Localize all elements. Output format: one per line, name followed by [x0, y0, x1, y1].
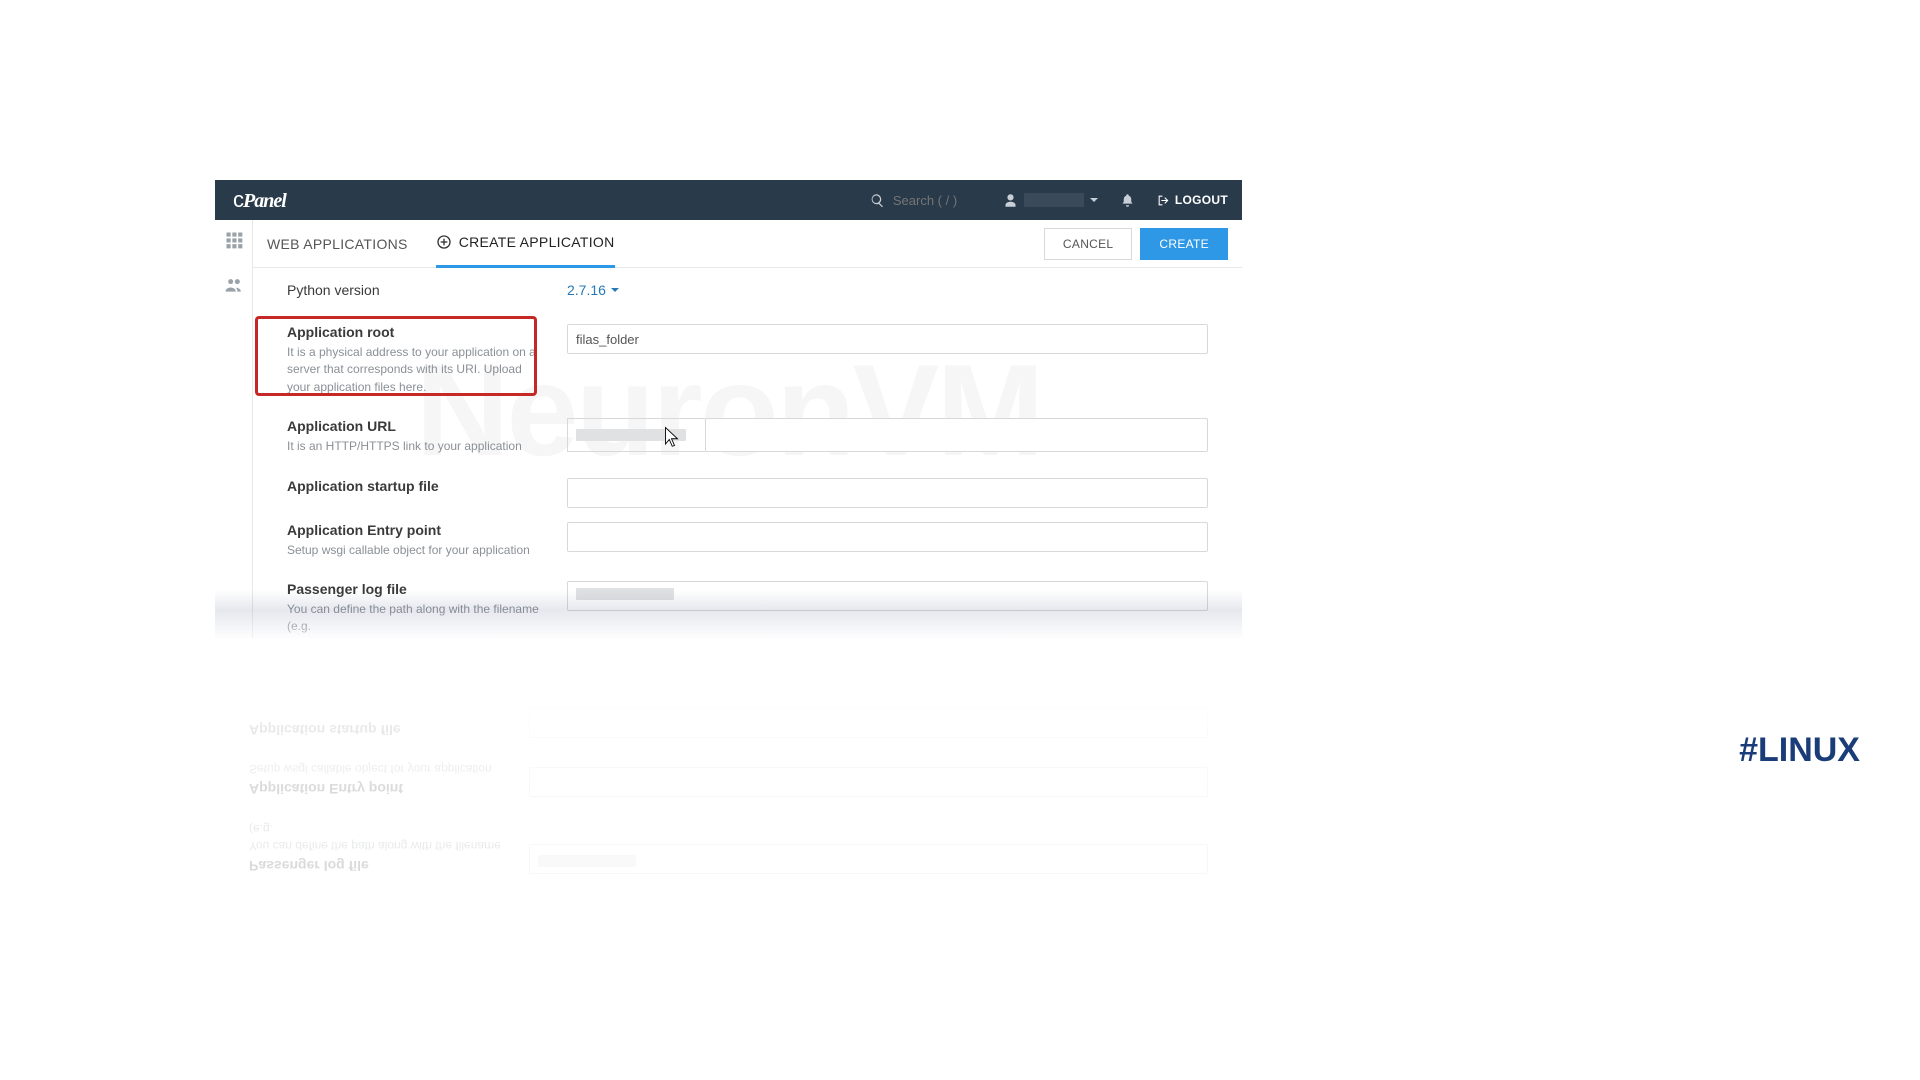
app-root-label: Application root	[287, 324, 547, 340]
plus-circle-icon	[436, 234, 452, 250]
app-url-label: Application URL	[287, 418, 547, 434]
app-window: NeuronVM cPanel LOGOUT	[215, 180, 1242, 640]
chevron-down-icon	[1090, 198, 1098, 202]
left-sidebar	[215, 220, 253, 638]
logo-text: Panel	[243, 190, 286, 212]
notifications-button[interactable]	[1120, 193, 1135, 208]
search-wrap[interactable]	[870, 193, 983, 208]
create-label: CREATE	[1159, 237, 1209, 251]
create-button[interactable]: CREATE	[1140, 228, 1228, 260]
row-application-root: Application root It is a physical addres…	[287, 324, 1208, 396]
search-input[interactable]	[893, 193, 983, 208]
sidebar-item-users[interactable]	[224, 275, 244, 300]
app-url-domain-select[interactable]	[567, 418, 705, 452]
logout-button[interactable]: LOGOUT	[1157, 193, 1228, 207]
python-version-value: 2.7.16	[567, 282, 606, 298]
tab-create-application[interactable]: CREATE APPLICATION	[436, 220, 615, 268]
app-url-desc: It is an HTTP/HTTPS link to your applica…	[287, 438, 547, 455]
username-redacted	[1024, 193, 1084, 207]
main-panel: WEB APPLICATIONS CREATE APPLICATION CANC…	[253, 220, 1242, 638]
body-area: WEB APPLICATIONS CREATE APPLICATION CANC…	[215, 220, 1242, 638]
entry-desc: Setup wsgi callable object for your appl…	[287, 542, 547, 559]
tab-label: WEB APPLICATIONS	[267, 236, 408, 252]
user-menu[interactable]	[1003, 193, 1098, 208]
tab-bar: WEB APPLICATIONS CREATE APPLICATION CANC…	[253, 220, 1242, 268]
sidebar-item-apps[interactable]	[224, 230, 244, 255]
app-root-desc: It is a physical address to your applica…	[287, 344, 547, 396]
reflection-decoration: Passenger log file You can define the pa…	[215, 638, 1242, 888]
chevron-down-icon	[611, 288, 619, 292]
grid-icon	[224, 230, 244, 250]
hashtag-overlay: #LINUX	[1739, 731, 1860, 770]
row-startup-file: Application startup file	[287, 478, 1208, 508]
bell-icon	[1120, 193, 1135, 208]
search-icon	[870, 193, 885, 208]
logfile-input[interactable]	[567, 581, 1208, 611]
logout-icon	[1157, 194, 1170, 207]
form-area: Python version 2.7.16 Application root I…	[253, 268, 1242, 636]
startup-label: Application startup file	[287, 478, 547, 494]
entry-input[interactable]	[567, 522, 1208, 552]
brand-logo[interactable]: cPanel	[233, 187, 286, 213]
users-icon	[224, 275, 244, 295]
row-python-version: Python version 2.7.16	[287, 282, 1208, 302]
logfile-value-redacted	[576, 588, 674, 600]
startup-input[interactable]	[567, 478, 1208, 508]
python-version-label: Python version	[287, 282, 547, 298]
row-passenger-log: Passenger log file You can define the pa…	[287, 581, 1208, 636]
logo-c-glyph: c	[233, 187, 243, 212]
cancel-button[interactable]: CANCEL	[1044, 228, 1132, 260]
row-application-url: Application URL It is an HTTP/HTTPS link…	[287, 418, 1208, 455]
top-bar: cPanel LOGOUT	[215, 180, 1242, 220]
logfile-desc: You can define the path along with the f…	[287, 601, 547, 636]
logfile-label: Passenger log file	[287, 581, 547, 597]
tab-label: CREATE APPLICATION	[459, 234, 615, 250]
cursor-icon	[661, 426, 679, 450]
python-version-select[interactable]: 2.7.16	[567, 282, 619, 298]
logout-label: LOGOUT	[1175, 193, 1228, 207]
user-icon	[1003, 193, 1018, 208]
app-root-input[interactable]	[567, 324, 1208, 354]
app-url-path-input[interactable]	[705, 418, 1208, 452]
entry-label: Application Entry point	[287, 522, 547, 538]
row-entry-point: Application Entry point Setup wsgi calla…	[287, 522, 1208, 559]
tab-web-applications[interactable]: WEB APPLICATIONS	[267, 220, 408, 268]
cancel-label: CANCEL	[1063, 237, 1113, 251]
